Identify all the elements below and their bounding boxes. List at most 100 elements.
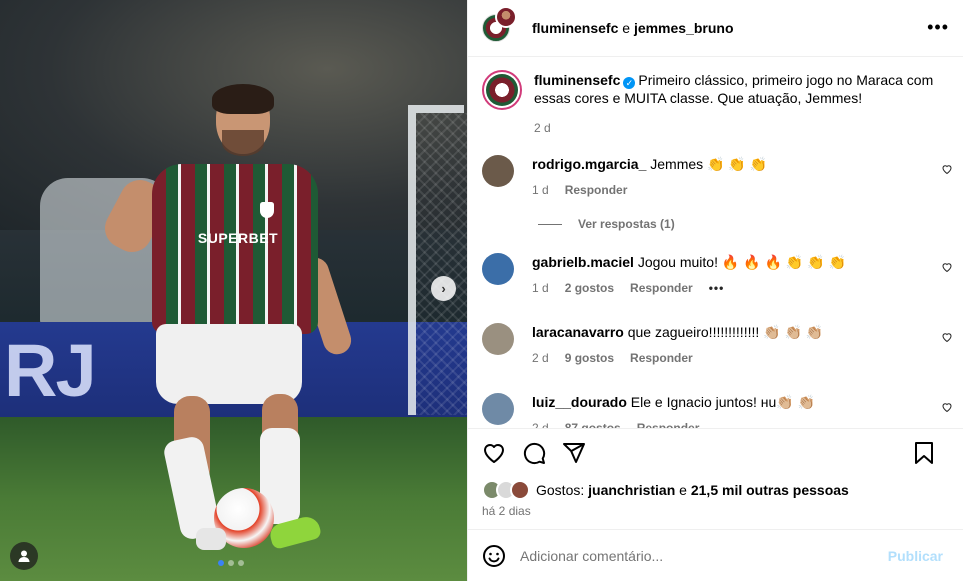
comment-text: Jemmes 👏 👏 👏	[650, 156, 768, 172]
player-left-sock	[162, 434, 222, 542]
comment-reply-button[interactable]: Responder	[630, 349, 693, 367]
comment-like-button[interactable]	[941, 331, 953, 346]
caption-time[interactable]: 2 d	[534, 119, 551, 137]
like-button[interactable]	[482, 441, 506, 465]
header-collaborator-link[interactable]: jemmes_bruno	[634, 20, 734, 36]
comments-scroll-area[interactable]: fluminensefc ✓ Primeiro clássico, primeiro…	[468, 57, 963, 428]
comment-button[interactable]	[522, 441, 546, 465]
carousel-next-button[interactable]: ›	[431, 276, 456, 301]
comment-meta: 2 d 87 gostos Responder	[532, 419, 922, 428]
heart-outline-icon	[942, 403, 952, 413]
share-button[interactable]	[562, 441, 586, 465]
comment-reply-button[interactable]: Responder	[630, 279, 693, 297]
post-actions	[468, 428, 963, 476]
comment-meta: 1 d Responder	[532, 181, 922, 199]
view-replies-label: Ver respostas (1)	[578, 217, 675, 231]
carousel-dot	[228, 560, 234, 566]
likes-others-link[interactable]: 21,5 mil outras pessoas	[691, 482, 849, 498]
comment-text: Jogou muito! 🔥 🔥 🔥 👏 👏 👏	[637, 254, 846, 270]
player-shirt	[152, 164, 318, 334]
bookmark-icon	[915, 441, 933, 464]
heart-outline-icon	[942, 263, 952, 273]
paper-plane-icon	[563, 442, 585, 463]
comment-avatar[interactable]	[482, 155, 514, 187]
comment-time[interactable]: 2 d	[532, 349, 549, 367]
publish-button[interactable]: Publicar	[888, 548, 943, 564]
comment-like-button[interactable]	[941, 163, 953, 178]
comment-body: rodrigo.mgarcia_ Jemmes 👏 👏 👏 1 d Respon…	[532, 155, 922, 199]
comment: gabrielb.maciel Jogou muito! 🔥 🔥 🔥 👏 👏 👏…	[468, 253, 963, 297]
comment-reply-button[interactable]: Responder	[637, 419, 700, 428]
comment-meta: 2 d 9 gostos Responder	[532, 349, 922, 367]
comment-avatar[interactable]	[482, 323, 514, 355]
caption-author-link[interactable]: fluminensefc	[534, 72, 620, 88]
comment-user-link[interactable]: luiz__dourado	[532, 394, 627, 410]
chevron-right-icon: ›	[441, 281, 446, 296]
comment-likes-count[interactable]: 9 gostos	[565, 349, 614, 367]
collaborator-avatar[interactable]	[495, 6, 517, 28]
liker-avatar	[510, 480, 530, 500]
comment-time[interactable]: 1 d	[532, 181, 549, 199]
post-date[interactable]: há 2 dias	[468, 504, 963, 526]
shirt-sponsor: SUPERBET	[197, 230, 279, 246]
comment-time[interactable]: 2 d	[532, 419, 549, 428]
comment-likes-count[interactable]: 2 gostos	[565, 279, 614, 297]
comment-likes-count[interactable]: 87 gostos	[565, 419, 621, 428]
header-connector: e	[622, 20, 631, 36]
comment-meta: 1 d 2 gostos Responder •••	[532, 279, 922, 297]
comment-like-button[interactable]	[941, 401, 953, 416]
comment-time[interactable]: 1 d	[532, 279, 549, 297]
heart-outline-icon	[942, 165, 952, 175]
caption-author-avatar[interactable]	[482, 70, 522, 110]
emoji-button[interactable]	[482, 544, 506, 568]
verified-badge-icon: ✓	[623, 77, 636, 89]
view-replies-button[interactable]: Ver respostas (1)	[538, 217, 963, 231]
player-hair	[212, 84, 274, 114]
likes-prefix: Gostos:	[536, 482, 585, 498]
player-left-boot	[196, 528, 226, 550]
save-button[interactable]	[913, 441, 935, 465]
user-tag-icon	[18, 550, 30, 562]
comment-body: luiz__dourado Ele e Ignacio juntos! нu👏🏼…	[532, 393, 922, 428]
post-header: fluminensefc e jemmes_bruno •••	[468, 0, 963, 57]
caption-meta: 2 d	[534, 119, 944, 137]
comment-body: laracanavarro que zagueiro!!!!!!!!!!!!! …	[532, 323, 922, 367]
heart-outline-icon	[942, 333, 952, 343]
comment: luiz__dourado Ele e Ignacio juntos! нu👏🏼…	[468, 393, 963, 428]
post-side-panel: fluminensefc e jemmes_bruno ••• fluminen…	[467, 0, 963, 581]
player-shorts	[156, 324, 302, 404]
likes-text: Gostos: juanchristian e 21,5 mil outras …	[536, 482, 849, 498]
replies-divider	[538, 223, 562, 225]
comment-body: gabrielb.maciel Jogou muito! 🔥 🔥 🔥 👏 👏 👏…	[532, 253, 922, 297]
comment-options-button[interactable]: •••	[709, 279, 725, 297]
comment-avatar[interactable]	[482, 253, 514, 285]
comment: rodrigo.mgarcia_ Jemmes 👏 👏 👏 1 d Respon…	[468, 155, 963, 199]
caption-body: fluminensefc ✓ Primeiro clássico, primeiro…	[534, 71, 944, 137]
comment-user-link[interactable]: laracanavarro	[532, 324, 624, 340]
comment-user-link[interactable]: gabrielb.maciel	[532, 254, 634, 270]
likes-summary[interactable]: Gostos: juanchristian e 21,5 mil outras …	[468, 476, 963, 504]
comment-text: Ele e Ignacio juntos! нu👏🏼 👏🏼	[630, 394, 816, 410]
comment-input[interactable]	[520, 547, 888, 564]
comment-reply-button[interactable]: Responder	[565, 181, 628, 199]
shirt-crest	[260, 202, 274, 218]
comment-like-button[interactable]	[941, 261, 953, 276]
comment-avatar[interactable]	[482, 393, 514, 425]
tagged-users-button[interactable]	[10, 542, 38, 570]
carousel-dot	[238, 560, 244, 566]
caption: fluminensefc ✓ Primeiro clássico, primeiro…	[468, 57, 963, 137]
header-author-link[interactable]: fluminensefc	[532, 20, 618, 36]
header-title: fluminensefc e jemmes_bruno	[532, 20, 734, 36]
post-media[interactable]: RJ SUPERBET ›	[0, 0, 467, 581]
comment-bubble-icon	[523, 442, 546, 464]
post-dialog: RJ SUPERBET › fluminensefc e jemmes_brun…	[0, 0, 963, 581]
comment: laracanavarro que zagueiro!!!!!!!!!!!!! …	[468, 323, 963, 367]
likes-connector: e	[679, 482, 687, 498]
heart-icon	[484, 443, 504, 463]
liker-user-link[interactable]: juanchristian	[588, 482, 675, 498]
emoji-smile-icon	[483, 544, 505, 567]
comment-composer: Publicar	[468, 529, 963, 581]
comment-user-link[interactable]: rodrigo.mgarcia_	[532, 156, 646, 172]
more-options-button[interactable]: •••	[927, 18, 949, 36]
header-avatars[interactable]	[482, 6, 522, 48]
